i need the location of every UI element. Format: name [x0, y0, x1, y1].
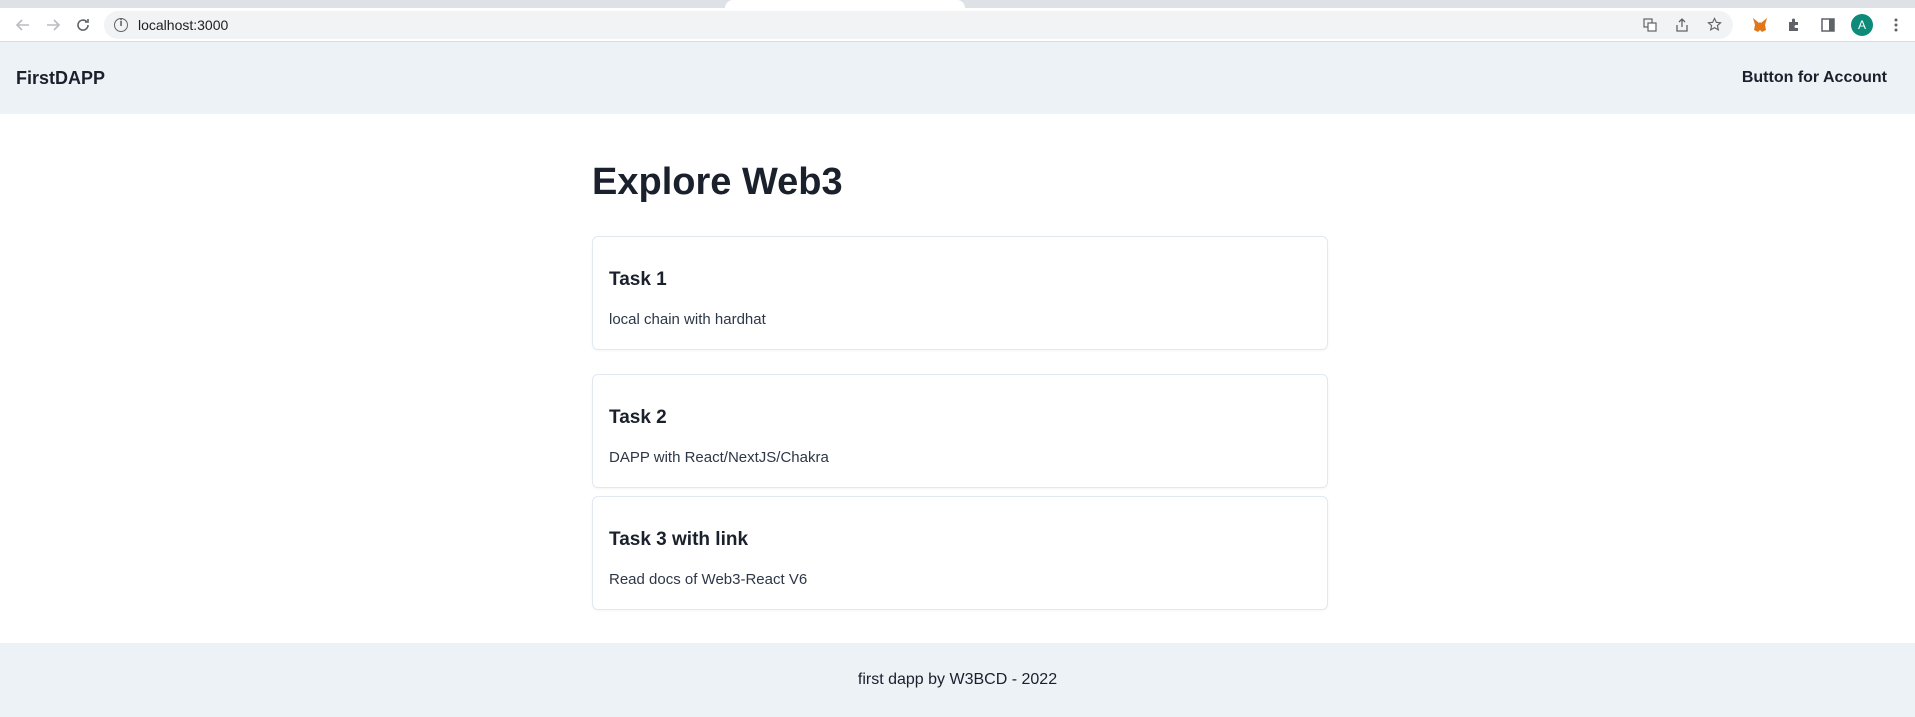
page-title: Explore Web3 [592, 161, 843, 203]
app-footer: first dapp by W3BCD - 2022 [0, 643, 1915, 717]
profile-avatar[interactable]: A [1851, 13, 1873, 36]
metamask-fox-icon[interactable] [1749, 14, 1771, 36]
account-button[interactable]: Button for Account [1730, 61, 1899, 95]
back-arrow-icon[interactable] [8, 10, 38, 40]
task-card-3-link[interactable]: Task 3 with link Read docs of Web3-React… [592, 495, 1328, 610]
share-icon[interactable] [1673, 16, 1691, 34]
translate-icon[interactable] [1641, 16, 1659, 34]
footer-text: first dapp by W3BCD - 2022 [857, 671, 1058, 688]
card-title: Task 1 [609, 268, 667, 290]
address-bar[interactable]: i localhost:3000 [104, 10, 1733, 39]
kebab-menu-icon[interactable] [1885, 14, 1907, 36]
info-icon[interactable]: i [114, 17, 128, 32]
side-panel-icon[interactable] [1817, 14, 1839, 36]
card-description: local chain with hardhat [609, 310, 766, 328]
card-title: Task 2 [609, 406, 667, 428]
card-description: Read docs of Web3-React V6 [609, 570, 808, 588]
brand-logo-text[interactable]: FirstDAPP [16, 68, 105, 89]
main-content: Explore Web3 Task 1 local chain with har… [592, 114, 1328, 610]
browser-toolbar: i localhost:3000 A [0, 8, 1915, 42]
task-card-1: Task 1 local chain with hardhat [592, 235, 1328, 350]
browser-tab-strip [0, 0, 1915, 8]
reload-icon[interactable] [68, 10, 98, 40]
url-text[interactable]: localhost:3000 [138, 17, 1641, 33]
active-tab[interactable] [725, 0, 965, 8]
card-title: Task 3 with link [609, 528, 749, 550]
puzzle-icon[interactable] [1783, 14, 1805, 36]
forward-arrow-icon[interactable] [38, 10, 68, 40]
star-icon[interactable] [1705, 16, 1723, 34]
app-header: FirstDAPP Button for Account [0, 42, 1915, 114]
task-card-2: Task 2 DAPP with React/NextJS/Chakra [592, 373, 1328, 488]
card-description: DAPP with React/NextJS/Chakra [609, 448, 829, 466]
